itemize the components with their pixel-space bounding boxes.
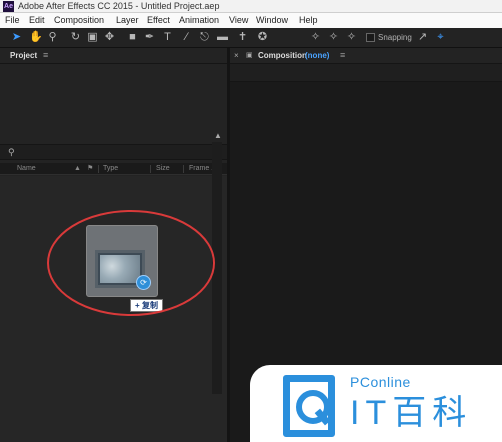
menu-composition[interactable]: Composition: [54, 13, 104, 28]
watermark-name: IT百科: [350, 394, 473, 432]
brush-tool-icon[interactable]: ∕: [180, 31, 193, 44]
copy-drop-tooltip: + 复制: [130, 299, 163, 312]
project-column-header: Name ▲ ⚑ Type Size Frame ...: [0, 163, 227, 175]
watermark-brand: PConline: [350, 374, 411, 390]
local-axis-icon[interactable]: ✧: [309, 31, 322, 44]
menu-layer[interactable]: Layer: [116, 13, 139, 28]
column-name[interactable]: Name: [17, 163, 36, 175]
project-search-input[interactable]: [24, 147, 214, 158]
project-search-row: ⚲: [0, 144, 227, 160]
menu-effect[interactable]: Effect: [147, 13, 170, 28]
rotation-tool-icon[interactable]: ↻: [69, 31, 82, 44]
view-axis-icon[interactable]: ✧: [345, 31, 358, 44]
menu-animation[interactable]: Animation: [179, 13, 219, 28]
after-effects-app-icon: Ae: [3, 1, 14, 12]
window-title: Adobe After Effects CC 2015 - Untitled P…: [18, 1, 220, 11]
pconline-logo-icon: [283, 375, 335, 437]
title-bar: Ae Adobe After Effects CC 2015 - Untitle…: [0, 0, 502, 13]
menu-edit[interactable]: Edit: [29, 13, 45, 28]
project-preview-area: [0, 64, 227, 144]
menu-window[interactable]: Window: [256, 13, 288, 28]
dragged-file-thumbnail[interactable]: ⟳: [86, 225, 158, 297]
project-panel-title[interactable]: Project: [10, 51, 37, 60]
clone-stamp-tool-icon[interactable]: ⎋: [198, 31, 211, 44]
lock-icon[interactable]: ▣: [246, 51, 253, 59]
snapping-label: Snapping: [378, 33, 412, 42]
snapping-checkbox[interactable]: [366, 33, 375, 42]
type-tool-icon[interactable]: T: [161, 31, 174, 44]
selection-tool-icon[interactable]: ➤: [10, 31, 23, 44]
camera-tool-icon[interactable]: ▣: [86, 31, 99, 44]
menu-view[interactable]: View: [229, 13, 248, 28]
rectangle-tool-icon[interactable]: ■: [126, 31, 139, 44]
pan-behind-tool-icon[interactable]: ✥: [103, 31, 116, 44]
composition-name[interactable]: (none): [305, 51, 329, 60]
column-size[interactable]: Size: [156, 163, 170, 175]
project-panel-header: Project ≡: [0, 48, 227, 64]
add-badge-icon: ⟳: [136, 275, 151, 290]
puppet-pin-tool-icon[interactable]: ✪: [256, 31, 269, 44]
zoom-tool-icon[interactable]: ⚲: [46, 31, 59, 44]
composition-panel-menu-icon[interactable]: ≡: [340, 50, 345, 60]
hand-tool-icon[interactable]: ✋: [29, 31, 43, 44]
project-scrollbar[interactable]: [212, 142, 222, 394]
close-icon[interactable]: ×: [234, 51, 239, 60]
label-tag-icon[interactable]: ⚑: [87, 163, 93, 175]
composition-panel-header: × ▣ Composition (none) ≡: [230, 48, 502, 64]
world-axis-icon[interactable]: ✧: [327, 31, 340, 44]
search-icon[interactable]: ⚲: [8, 147, 15, 158]
pen-tool-icon[interactable]: ✒: [143, 31, 156, 44]
column-divider: [98, 165, 99, 173]
menu-help[interactable]: Help: [299, 13, 318, 28]
snap-target-icon[interactable]: ⌖: [434, 31, 447, 44]
menu-file[interactable]: File: [5, 13, 20, 28]
sort-arrow-icon[interactable]: ▲: [74, 163, 81, 175]
eraser-tool-icon[interactable]: ▬: [216, 31, 229, 44]
column-type[interactable]: Type: [103, 163, 118, 175]
menu-bar: File Edit Composition Layer Effect Anima…: [0, 13, 502, 28]
flowchart-icon[interactable]: ▲: [214, 131, 222, 140]
roto-brush-tool-icon[interactable]: ✝: [236, 31, 249, 44]
snap-options-icon[interactable]: ↗: [416, 31, 429, 44]
tools-toolbar: ➤ ✋ ⚲ ↻ ▣ ✥ ■ ✒ T ∕ ⎋ ▬ ✝ ✪ ✧ ✧ ✧ Snappi…: [0, 28, 502, 48]
composition-panel-title[interactable]: Composition: [258, 51, 307, 60]
column-divider: [150, 165, 151, 173]
pconline-watermark: PConline IT百科: [250, 365, 502, 442]
project-panel-menu-icon[interactable]: ≡: [43, 50, 48, 60]
project-items-list[interactable]: [0, 176, 227, 442]
column-divider: [183, 165, 184, 173]
